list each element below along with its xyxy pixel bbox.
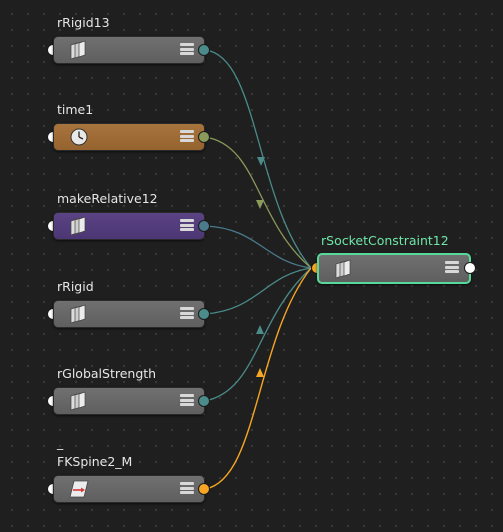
node-rSocketConstraint12[interactable] (317, 253, 471, 284)
node-menu-icon[interactable] (180, 482, 194, 496)
output-port-FKSpine2_M[interactable] (198, 483, 210, 495)
rigid-stack-icon (335, 259, 351, 279)
node-label-rGlobalStrength: rGlobalStrength (57, 366, 157, 381)
node-menu-icon[interactable] (180, 219, 194, 233)
output-port-rRigid[interactable] (198, 308, 210, 320)
node-time1[interactable] (53, 123, 205, 151)
node-label-rRigid13: rRigid13 (57, 15, 110, 30)
transform-icon (69, 480, 89, 498)
node-editor-canvas[interactable]: rRigid13 time1 makeRelative12 rRigid rGl… (0, 0, 503, 532)
node-rGlobalStrength[interactable] (53, 387, 205, 415)
output-port-rSocketConstraint12[interactable] (464, 262, 476, 274)
output-port-rRigid13[interactable] (198, 44, 210, 56)
wire-arrow-4 (256, 368, 264, 377)
node-menu-icon[interactable] (445, 261, 459, 275)
node-menu-icon[interactable] (180, 130, 194, 144)
rigid-stack-icon (70, 304, 86, 324)
wire-time1[interactable] (204, 136, 312, 269)
node-menu-icon[interactable] (180, 307, 194, 321)
rigid-stack-icon (70, 391, 86, 411)
wire-FKSpine2_M[interactable] (204, 267, 312, 490)
node-label-time1: time1 (57, 102, 94, 117)
wire-arrow-1 (257, 157, 265, 166)
node-label-FKSpine2_M: FKSpine2_M (57, 454, 133, 469)
wire-rRigid[interactable] (204, 267, 312, 315)
output-port-time1[interactable] (198, 131, 210, 143)
node-makeRelative12[interactable] (53, 212, 205, 240)
node-label-makeRelative12: makeRelative12 (57, 191, 158, 206)
output-port-makeRelative12[interactable] (198, 220, 210, 232)
wire-rRigid13[interactable] (204, 49, 312, 269)
node-FKSpine2_M[interactable] (53, 475, 205, 503)
node-rRigid13[interactable] (53, 36, 205, 64)
output-port-rGlobalStrength[interactable] (198, 395, 210, 407)
clock-icon (70, 128, 88, 146)
node-label-rRigid: rRigid (57, 279, 94, 294)
node-menu-icon[interactable] (180, 43, 194, 57)
node-menu-icon[interactable] (180, 394, 194, 408)
node-rRigid[interactable] (53, 300, 205, 328)
wire-makeRelative12[interactable] (204, 225, 312, 269)
wire-arrow-2 (256, 200, 264, 209)
wire-arrow-3 (256, 325, 264, 334)
rigid-stack-icon (70, 40, 86, 60)
rigid-stack-icon (70, 216, 86, 236)
node-label-prefix-FKSpine2_M: _ (57, 435, 64, 450)
node-label-rSocketConstraint12: rSocketConstraint12 (321, 233, 449, 248)
wire-rGlobalStrength[interactable] (204, 267, 312, 402)
